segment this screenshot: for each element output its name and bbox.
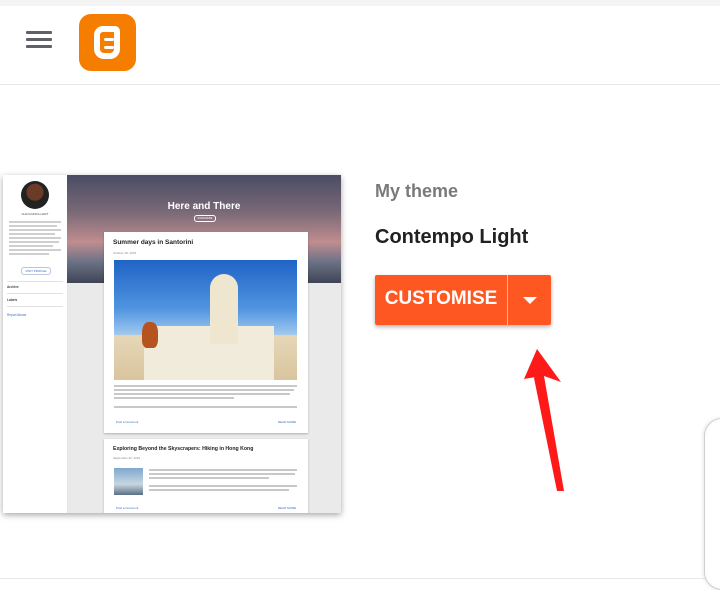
preview-post-title: Summer days in Santorini: [113, 239, 194, 246]
preview-sidebar-link: Labels: [7, 298, 18, 302]
preview-profile-name: ALEXANDRA HART: [21, 212, 49, 216]
preview-sidebar-link: Report Abuse: [7, 313, 27, 317]
preview-comments-link: Post a Comment: [116, 420, 139, 424]
preview-visit-profile: VISIT PROFILE: [21, 267, 51, 275]
preview-sidebar: ALEXANDRA HART VISIT PROFILE Archive Lab…: [3, 175, 68, 513]
preview-post-card: Exploring Beyond the Skyscrapers: Hiking…: [104, 439, 308, 513]
preview-post-image: [114, 260, 297, 380]
side-panel-edge: [704, 418, 720, 590]
theme-preview-thumbnail[interactable]: ALEXANDRA HART VISIT PROFILE Archive Lab…: [3, 175, 341, 513]
blogger-logo-icon[interactable]: [79, 14, 136, 71]
customise-dropdown-button[interactable]: [508, 275, 551, 325]
preview-avatar: [21, 181, 49, 209]
bottom-divider: [0, 578, 705, 579]
preview-read-more: READ MORE: [278, 420, 297, 424]
preview-post-card: Summer days in Santorini October 18, 201…: [104, 232, 308, 433]
preview-blog-title: Here and There: [167, 201, 241, 212]
my-theme-label: My theme: [375, 181, 459, 201]
preview-subscribe-button: SUBSCRIBE: [194, 215, 216, 222]
app-header: [0, 6, 720, 85]
hamburger-menu-icon[interactable]: [26, 31, 52, 49]
preview-comments-link: Post a Comment: [116, 506, 139, 510]
preview-post-date: September 22, 2015: [113, 456, 141, 460]
caret-down-icon: [523, 297, 537, 304]
theme-name: Contempo Light: [375, 226, 529, 248]
preview-post-thumbnail: [114, 468, 143, 495]
preview-post-title: Exploring Beyond the Skyscrapers: Hiking…: [113, 446, 254, 452]
preview-post-date: October 18, 2015: [113, 251, 137, 255]
customise-button-group: CUSTOMISE: [375, 275, 551, 325]
preview-read-more: READ MORE: [278, 506, 297, 510]
preview-sidebar-link: Archive: [7, 285, 19, 289]
customise-button[interactable]: CUSTOMISE: [375, 275, 507, 325]
red-annotation-arrow: [524, 349, 564, 491]
